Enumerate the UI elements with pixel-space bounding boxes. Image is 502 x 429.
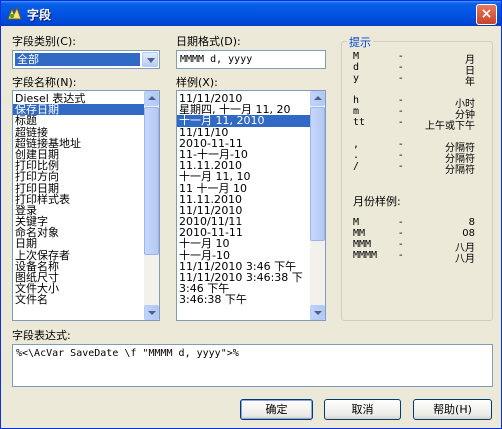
- hint-key: ,: [353, 139, 360, 150]
- field-category-label: 字段类别(C):: [12, 35, 76, 48]
- title-bar[interactable]: 字段 ×: [1, 1, 501, 26]
- hint-dash: -: [399, 51, 403, 62]
- hint-key: tt: [353, 117, 366, 128]
- list-item[interactable]: 打印方向: [13, 171, 144, 182]
- hint-key: .: [353, 150, 360, 161]
- list-item[interactable]: 打印日期: [13, 182, 144, 194]
- cancel-button[interactable]: 取消: [324, 399, 401, 420]
- hint-dash: -: [399, 161, 403, 172]
- autocad-field-icon: [7, 6, 22, 20]
- hint-dash: -: [399, 250, 403, 261]
- scroll-down-arrow-icon[interactable]: [144, 305, 159, 320]
- date-format-input[interactable]: MMMM d, yyyy: [176, 50, 326, 69]
- list-item[interactable]: 十一月 11, 2010: [177, 115, 310, 127]
- hint-key: m: [353, 106, 360, 117]
- examples-items: 11/11/2010 星期四, 十一月 11, 20 十一月 11, 2010 11/…: [177, 93, 310, 306]
- month-examples-title: 月份样例:: [353, 195, 401, 208]
- hint-key: d: [353, 62, 360, 73]
- chevron-down-icon[interactable]: [142, 52, 158, 67]
- hint-key: MM: [353, 228, 366, 239]
- list-item[interactable]: 标题: [13, 115, 144, 126]
- field-names-items: Diesel 表达式 保存日期 标题 超链接 超链接基地址 创建日期 打印比例 打印方向 打印日…: [13, 93, 144, 306]
- examples-list[interactable]: 11/11/2010 星期四, 十一月 11, 20 十一月 11, 2010 11/…: [176, 90, 326, 321]
- hint-key: MMMM: [353, 250, 378, 261]
- list-item[interactable]: 日期: [13, 238, 144, 249]
- examples-label: 样例(X):: [176, 76, 218, 89]
- list-item[interactable]: 十一月 11, 10: [177, 171, 310, 182]
- field-names-list[interactable]: Diesel 表达式 保存日期 标题 超链接 超链接基地址 创建日期 打印比例 打印方向 打印日…: [12, 90, 160, 321]
- scroll-up-arrow-icon[interactable]: [310, 91, 325, 106]
- hint-dash: -: [399, 73, 403, 84]
- hint-dash: -: [399, 139, 403, 150]
- hint-dash: -: [399, 117, 403, 128]
- hint-key: M: [353, 217, 360, 228]
- scroll-up-arrow-icon[interactable]: [144, 91, 159, 106]
- field-category-selected-value: 全部: [15, 53, 140, 66]
- ok-button[interactable]: 确定: [240, 399, 313, 420]
- hint-key: MMM: [353, 239, 372, 250]
- scroll-thumb[interactable]: [144, 107, 159, 255]
- scroll-down-arrow-icon[interactable]: [310, 305, 325, 320]
- hint-value: 分隔符: [445, 165, 475, 176]
- hint-dash: -: [399, 106, 403, 117]
- field-dialog: 字段 × 字段类别(C): 全部 字段名称(N): Diesel 表达式 保存日期…: [0, 0, 502, 429]
- list-item[interactable]: 文件名: [13, 294, 144, 305]
- field-category-select[interactable]: 全部: [12, 50, 160, 69]
- field-expression-textbox[interactable]: %<\AcVar SaveDate \f "MMMM d, yyyy">%: [12, 344, 493, 387]
- examples-scrollbar[interactable]: [310, 91, 325, 320]
- field-expression-label: 字段表达式:: [12, 329, 71, 342]
- field-names-label: 字段名称(N):: [12, 76, 77, 89]
- hint-dash: -: [399, 150, 403, 161]
- hint-dash: -: [399, 239, 403, 250]
- window-title: 字段: [27, 8, 52, 22]
- field-names-scrollbar[interactable]: [144, 91, 159, 320]
- hint-key: /: [353, 161, 360, 172]
- hint-dash: -: [399, 228, 403, 239]
- scroll-thumb[interactable]: [310, 107, 325, 241]
- close-button[interactable]: ×: [476, 4, 497, 25]
- hint-value: 08: [462, 228, 475, 239]
- hint-dash: -: [399, 62, 403, 73]
- hint-value: 8: [468, 217, 475, 228]
- hint-value: 八月: [455, 254, 475, 265]
- hint-key: h: [353, 95, 360, 106]
- list-item[interactable]: 11 十一月 10: [177, 182, 310, 194]
- hint-value: 年: [465, 77, 475, 88]
- hint-key: M: [353, 51, 360, 62]
- list-item[interactable]: 十一月 10: [177, 238, 310, 249]
- hint-dash: -: [399, 217, 403, 228]
- date-format-label: 日期格式(D):: [176, 35, 241, 48]
- help-button[interactable]: 帮助(H): [413, 399, 492, 420]
- hint-value: 上午或下午: [425, 121, 475, 132]
- hints-title: 提示: [347, 34, 373, 50]
- hint-dash: -: [399, 95, 403, 106]
- hint-key: y: [353, 73, 360, 84]
- list-item[interactable]: 3:46:38 下午: [177, 294, 310, 305]
